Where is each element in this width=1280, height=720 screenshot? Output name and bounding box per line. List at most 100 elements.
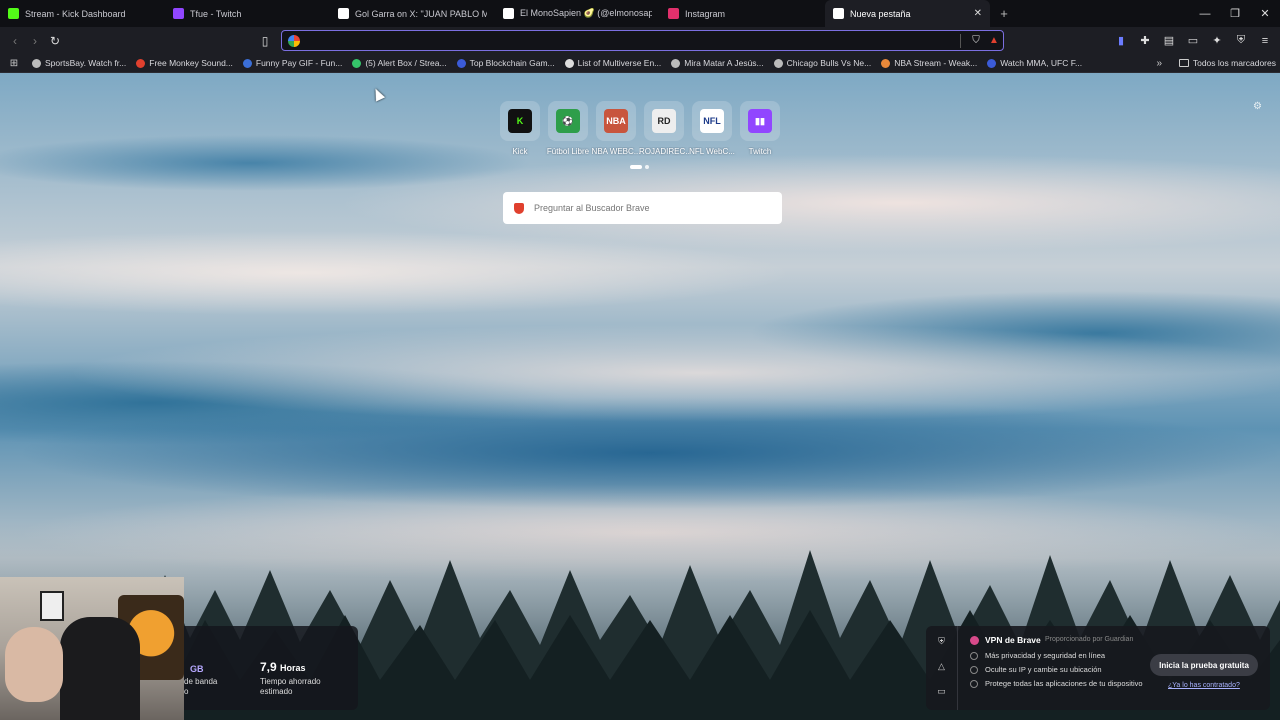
tab-5[interactable]: Nueva pestaña ✕ [825, 0, 990, 27]
time-saved-value: 7,9 Horas [260, 660, 306, 674]
address-bar[interactable]: ⛉ ▲ [281, 30, 1004, 51]
tab-label: El MonoSapien 🥑 (@elmonosapien [520, 8, 652, 18]
bookmark-label: (5) Alert Box / Strea... [365, 58, 447, 68]
top-site-name: NFL WebC... [689, 147, 735, 156]
extension-badge-icon[interactable]: ▮ [1110, 30, 1132, 51]
tab-2[interactable]: Gol Garra on X: "JUAN PABLO MONT [330, 0, 495, 27]
vpn-feature: Más privacidad y seguridad en línea [970, 651, 1143, 660]
top-site-tile[interactable]: NBA [596, 101, 636, 141]
reload-icon[interactable]: ↻ [45, 31, 65, 51]
bookmark-favicon-icon [773, 58, 783, 68]
vpn-shield-icon[interactable]: ⛨ [926, 636, 957, 647]
restore-icon[interactable]: ❐ [1220, 0, 1250, 27]
tab-label: Stream - Kick Dashboard [25, 8, 126, 19]
bookmark-item[interactable]: Free Monkey Sound... [136, 58, 233, 68]
new-tab-page: K Kick ⚽ Fútbol Libre NBA NBA WEBC... RD ROJADI… [0, 73, 1280, 720]
top-site-name: Fútbol Libre [546, 147, 590, 156]
close-window-icon[interactable]: ✕ [1250, 0, 1280, 27]
top-site-tile[interactable]: NFL [692, 101, 732, 141]
bookmark-item[interactable]: Chicago Bulls Vs Ne... [773, 58, 871, 68]
minimize-icon[interactable]: — [1190, 0, 1220, 27]
top-site-1[interactable]: ⚽ Fútbol Libre [547, 101, 589, 156]
vpn-title: VPN de Brave [970, 635, 1041, 645]
all-bookmarks-button[interactable]: Todos los marcadores [1178, 58, 1276, 68]
mouse-cursor [370, 86, 386, 102]
vpn-icon[interactable]: ⛨ [1230, 30, 1252, 51]
apps-grid-icon[interactable]: ⊞ [2, 58, 26, 69]
start-trial-button[interactable]: Inicia la prueba gratuita [1150, 654, 1258, 676]
close-tab-icon[interactable]: ✕ [974, 8, 982, 19]
more-bookmarks-icon[interactable]: » [1156, 58, 1162, 69]
extensions-icon[interactable]: ✚ [1134, 30, 1156, 51]
top-site-0[interactable]: K Kick [500, 101, 540, 156]
back-icon[interactable]: ‹ [5, 31, 25, 51]
top-site-tile[interactable]: K [500, 101, 540, 141]
page-dot[interactable] [645, 165, 649, 169]
wallet-icon[interactable]: ▭ [1182, 30, 1204, 51]
top-site-tile[interactable]: ⚽ [548, 101, 588, 141]
bookmark-favicon-icon [456, 58, 466, 68]
video-icon[interactable]: ▭ [926, 686, 957, 697]
time-saved-label: Tiempo ahorrado estimado [260, 677, 321, 697]
bookmark-item[interactable]: Watch MMA, UFC F... [987, 58, 1082, 68]
tiktok-icon [503, 8, 514, 19]
settings-gear-icon[interactable]: ⚙ [1253, 101, 1262, 112]
bookmark-label: Free Monkey Sound... [149, 58, 233, 68]
folder-icon [1178, 59, 1189, 67]
bookmark-icon[interactable]: ▯ [255, 31, 275, 51]
bookmark-item[interactable]: Mira Matar A Jesús... [671, 58, 764, 68]
site-logo-icon: ⚽ [556, 109, 580, 133]
toolbar-actions: ▮ ✚ ▤ ▭ ✦ ⛨ ≡ [1110, 30, 1276, 51]
bookmark-label: SportsBay. Watch fr... [45, 58, 127, 68]
tab-strip: Stream - Kick Dashboard Tfue - Twitch Gol … [0, 0, 1280, 27]
bookmark-favicon-icon [242, 58, 252, 68]
vpn-features: Más privacidad y seguridad en línea Ocul… [970, 651, 1143, 693]
page-dot-active[interactable] [630, 165, 642, 169]
new-tab-button[interactable]: + [994, 6, 1014, 21]
tab-3[interactable]: El MonoSapien 🥑 (@elmonosapien [495, 0, 660, 27]
tab-0[interactable]: Stream - Kick Dashboard [0, 0, 165, 27]
bookmark-label: List of Multiverse En... [577, 58, 662, 68]
url-input[interactable] [300, 34, 954, 47]
top-site-4[interactable]: NFL NFL WebC... [689, 101, 735, 156]
warning-icon[interactable]: △ [926, 661, 957, 672]
streamer-face [5, 627, 63, 702]
top-site-3[interactable]: RD ROJADIREC... [639, 101, 689, 156]
leo-ai-icon[interactable]: ✦ [1206, 30, 1228, 51]
widget-side-nav: ⛨ △ ▭ [926, 626, 958, 710]
bookmark-label: Funny Pay GIF - Fun... [255, 58, 343, 68]
site-logo-icon: K [508, 109, 532, 133]
bookmark-favicon-icon [671, 58, 681, 68]
sidebar-icon[interactable]: ▤ [1158, 30, 1180, 51]
search-box[interactable] [503, 192, 782, 224]
forward-icon[interactable]: › [25, 31, 45, 51]
bookmark-item[interactable]: List of Multiverse En... [564, 58, 662, 68]
bookmark-item[interactable]: (5) Alert Box / Strea... [352, 58, 447, 68]
x-icon [338, 8, 349, 19]
search-input[interactable] [534, 203, 782, 213]
bookmark-item[interactable]: Funny Pay GIF - Fun... [242, 58, 343, 68]
bookmark-favicon-icon [136, 58, 146, 68]
top-site-2[interactable]: NBA NBA WEBC... [592, 101, 640, 156]
vpn-feature: Protege todas las aplicaciones de tu dis… [970, 679, 1143, 688]
brave-shields-icon[interactable]: ⛉ [967, 35, 985, 46]
bookmark-item[interactable]: SportsBay. Watch fr... [32, 58, 126, 68]
tab-label: Gol Garra on X: "JUAN PABLO MONT [355, 8, 487, 19]
bookmark-item[interactable]: Top Blockchain Gam... [456, 58, 555, 68]
top-site-name: Kick [512, 147, 528, 156]
top-site-tile[interactable]: RD [644, 101, 684, 141]
bookmarks-bar: ⊞ SportsBay. Watch fr... Free Monkey Soun… [0, 54, 1280, 73]
top-site-5[interactable]: ▮▮ Twitch [740, 101, 780, 156]
vpn-widget: ⛨ △ ▭ VPN de Brave Proporcionado por Gua… [926, 626, 1270, 710]
tab-1[interactable]: Tfue - Twitch [165, 0, 330, 27]
time-saved-label-line1: Tiempo ahorrado [260, 677, 321, 686]
vpn-feature: Oculte su IP y cambie su ubicación [970, 665, 1143, 674]
menu-icon[interactable]: ≡ [1254, 30, 1276, 51]
brave-rewards-icon[interactable]: ▲ [985, 35, 1003, 46]
tab-4[interactable]: Instagram [660, 0, 825, 27]
bookmark-item[interactable]: NBA Stream - Weak... [881, 58, 977, 68]
bookmark-favicon-icon [564, 58, 574, 68]
already-subscribed-link[interactable]: ¿Ya lo has contratado? [1168, 682, 1240, 689]
tab-label: Instagram [685, 8, 726, 19]
top-site-tile[interactable]: ▮▮ [740, 101, 780, 141]
